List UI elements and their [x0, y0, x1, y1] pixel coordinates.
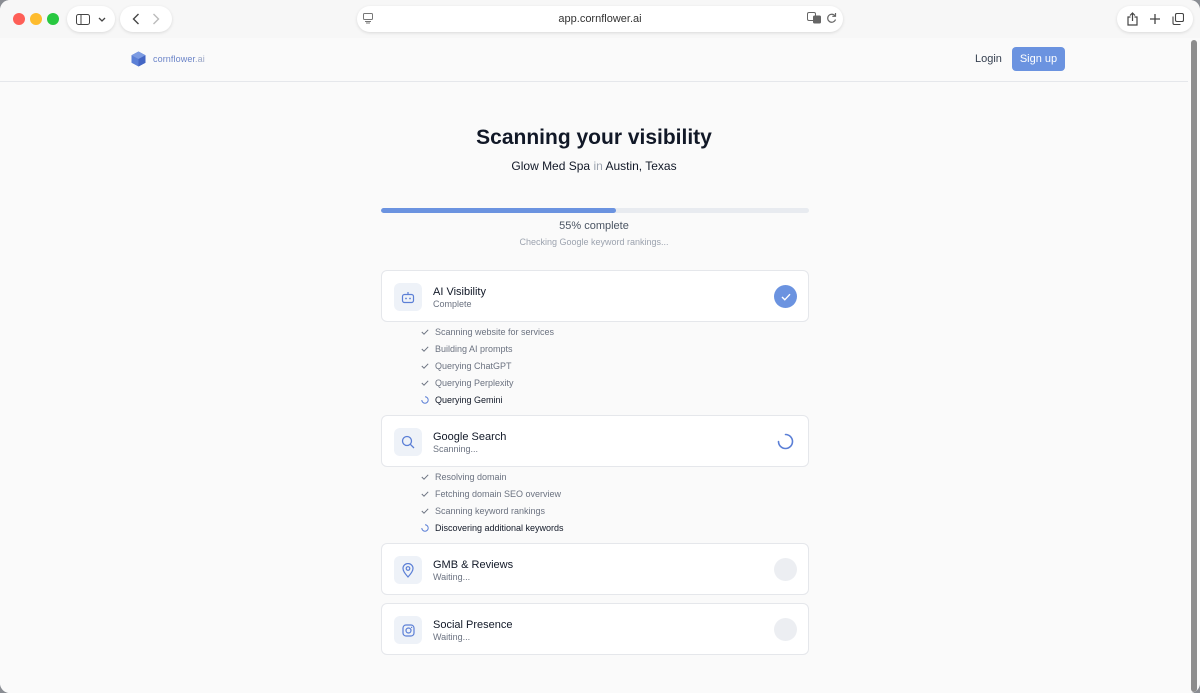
chevron-down-icon [98, 17, 106, 22]
step-item: Querying Perplexity [421, 374, 554, 391]
location: Austin, Texas [605, 159, 677, 173]
step-item-active: Querying Gemini [421, 391, 554, 408]
loading-spinner-icon [421, 523, 429, 532]
page-title: Scanning your visibility [476, 126, 712, 149]
complete-check-icon [774, 285, 797, 308]
logo[interactable]: cornflower.ai [131, 51, 205, 67]
step-label: Fetching domain SEO overview [435, 488, 562, 499]
step-label: Querying ChatGPT [435, 360, 512, 371]
instagram-icon [394, 616, 422, 644]
page-content: cornflower.ai Login Sign up Scanning you… [0, 38, 1188, 693]
scrollbar-thumb[interactable] [1191, 40, 1197, 692]
progress-bar [381, 208, 809, 213]
step-item: Resolving domain [421, 468, 564, 485]
check-icon [421, 507, 429, 514]
reload-icon[interactable] [826, 12, 837, 24]
section-card-gmb-reviews[interactable]: GMB & Reviews Waiting... [381, 543, 809, 595]
in-word: in [593, 159, 603, 173]
url-text: app.cornflower.ai [558, 13, 642, 25]
section-status: Waiting... [433, 572, 471, 582]
sidebar-icon [76, 13, 90, 25]
minimize-window-button[interactable] [30, 13, 42, 25]
step-label: Discovering additional keywords [435, 522, 564, 533]
close-window-button[interactable] [13, 13, 25, 25]
address-bar[interactable]: app.cornflower.ai [357, 6, 843, 32]
section-status: Complete [433, 299, 472, 309]
section-status: Waiting... [433, 632, 471, 642]
navigation-buttons [120, 6, 172, 32]
logo-suffix: .ai [195, 54, 205, 64]
browser-toolbar: app.cornflower.ai [0, 0, 1200, 38]
scan-subject: Glow Med Spa in Austin, Texas [0, 159, 1188, 173]
new-tab-icon[interactable] [1149, 13, 1161, 25]
step-label: Querying Gemini [435, 394, 503, 405]
browser-actions [1117, 6, 1193, 32]
section-title: Google Search [433, 431, 507, 443]
step-label: Querying Perplexity [435, 377, 514, 388]
step-item: Fetching domain SEO overview [421, 485, 564, 502]
business-name: Glow Med Spa [511, 159, 591, 173]
section-title: GMB & Reviews [433, 559, 514, 571]
translate-icon[interactable] [807, 12, 822, 24]
step-item: Querying ChatGPT [421, 357, 554, 374]
step-item-active: Discovering additional keywords [421, 519, 564, 536]
check-icon [421, 490, 429, 497]
map-pin-icon [394, 556, 422, 584]
check-icon [421, 328, 429, 335]
login-link[interactable]: Login [975, 53, 1002, 65]
section-title: Social Presence [433, 619, 513, 631]
step-list-google-search: Resolving domain Fetching domain SEO ove… [421, 468, 564, 536]
section-card-ai-visibility[interactable]: AI Visibility Complete [381, 270, 809, 322]
waiting-indicator [774, 618, 797, 641]
cornflower-logo-icon [131, 51, 146, 67]
section-card-google-search[interactable]: Google Search Scanning... [381, 415, 809, 467]
share-icon[interactable] [1126, 12, 1138, 26]
signup-button[interactable]: Sign up [1012, 47, 1065, 71]
page-menu-icon[interactable] [362, 12, 374, 24]
progress-status-text: Checking Google keyword rankings... [519, 237, 669, 247]
progress-bar-fill [381, 208, 617, 213]
robot-icon [394, 283, 422, 311]
step-label: Scanning website for services [435, 326, 555, 337]
step-label: Building AI prompts [435, 343, 513, 354]
step-item: Scanning website for services [421, 323, 554, 340]
check-icon [421, 345, 429, 352]
check-icon [421, 473, 429, 480]
progress-percent-label: 55% complete [559, 220, 629, 232]
check-icon [421, 362, 429, 369]
site-header: cornflower.ai Login Sign up [0, 38, 1188, 82]
browser-window: app.cornflower.ai cornflower.ai Login Si… [0, 0, 1200, 693]
loading-spinner-icon [421, 395, 429, 404]
back-button[interactable] [132, 13, 140, 25]
logo-name: cornflower [153, 54, 196, 64]
maximize-window-button[interactable] [47, 13, 59, 25]
tab-overview-icon[interactable] [1171, 13, 1184, 25]
section-card-social-presence[interactable]: Social Presence Waiting... [381, 603, 809, 655]
section-title: AI Visibility [433, 286, 486, 298]
sidebar-toggle-button[interactable] [67, 6, 115, 32]
waiting-indicator [774, 558, 797, 581]
step-label: Scanning keyword rankings [435, 505, 546, 516]
section-status: Scanning... [433, 444, 479, 454]
step-item: Scanning keyword rankings [421, 502, 564, 519]
check-icon [421, 379, 429, 386]
forward-button[interactable] [152, 13, 160, 25]
loading-spinner-icon [774, 430, 797, 453]
step-list-ai-visibility: Scanning website for services Building A… [421, 323, 554, 408]
step-item: Building AI prompts [421, 340, 554, 357]
step-label: Resolving domain [435, 471, 507, 482]
search-icon [394, 428, 422, 456]
